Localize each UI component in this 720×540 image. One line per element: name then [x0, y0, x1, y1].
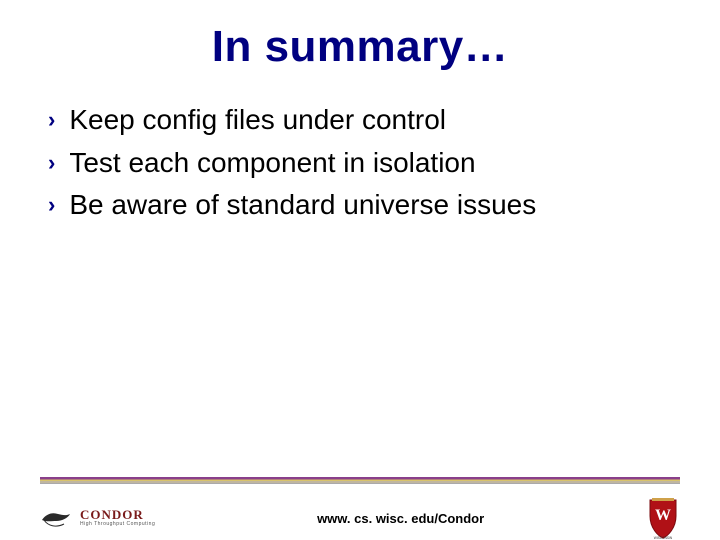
slide-title: In summary… [0, 22, 720, 72]
shield-icon: W WISCONSIN [646, 496, 680, 540]
bullet-text: Be aware of standard universe issues [69, 185, 536, 226]
slide-footer: CONDOR High Throughput Computing www. cs… [0, 477, 720, 540]
list-item: › Be aware of standard universe issues [48, 185, 680, 226]
svg-text:W: W [655, 507, 671, 524]
chevron-right-icon: › [48, 104, 55, 136]
condor-bird-icon [40, 506, 76, 530]
slide: In summary… › Keep config files under co… [0, 22, 720, 540]
condor-logo-subtext: High Throughput Computing [80, 521, 155, 527]
list-item: › Test each component in isolation [48, 143, 680, 184]
bullet-text: Keep config files under control [69, 100, 446, 141]
wisconsin-crest: W WISCONSIN [646, 496, 680, 540]
footer-url: www. cs. wisc. edu/Condor [155, 511, 646, 526]
svg-text:WISCONSIN: WISCONSIN [654, 536, 673, 540]
condor-logo-text: CONDOR [80, 509, 155, 521]
footer-divider [40, 477, 680, 484]
chevron-right-icon: › [48, 147, 55, 179]
condor-logo: CONDOR High Throughput Computing [40, 506, 155, 530]
footer-row: CONDOR High Throughput Computing www. cs… [40, 494, 680, 540]
bullet-list: › Keep config files under control › Test… [48, 100, 680, 226]
bullet-text: Test each component in isolation [69, 143, 475, 184]
chevron-right-icon: › [48, 189, 55, 221]
list-item: › Keep config files under control [48, 100, 680, 141]
